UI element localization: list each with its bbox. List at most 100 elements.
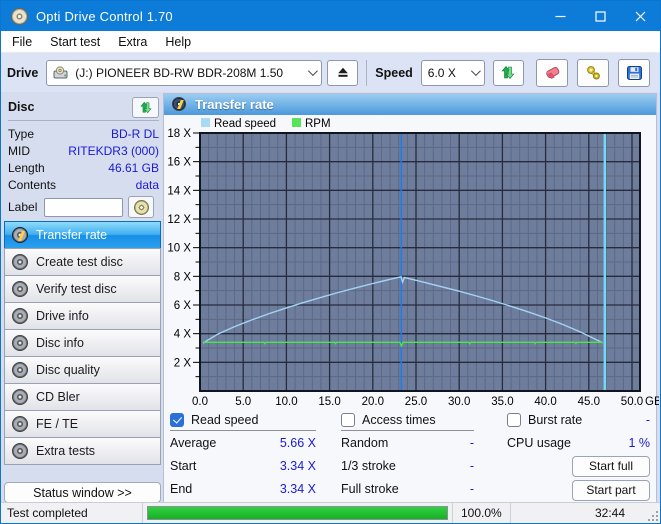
erase-disc-button[interactable] xyxy=(536,59,568,87)
panel-header: Transfer rate xyxy=(164,94,656,115)
eject-icon xyxy=(336,66,350,79)
drive-value: (J:) PIONEER BD-RW BDR-208M 1.50 xyxy=(75,66,283,80)
drive-label: Drive xyxy=(7,66,38,80)
start-part-button[interactable]: Start part xyxy=(572,480,650,501)
sidebar-item-extra-tests[interactable]: Extra tests xyxy=(4,437,161,465)
disc-row-type: TypeBD-R DL xyxy=(8,125,159,142)
elapsed-time: 32:44 xyxy=(511,503,660,523)
burst-rate-value: - xyxy=(646,413,650,427)
sidebar-item-drive-info[interactable]: Drive info xyxy=(4,302,161,330)
transfer-rate-chart: 2 X4 X6 X8 X10 X12 X14 X16 X18 X0.05.010… xyxy=(164,115,656,407)
status-bar: Test completed 100.0% 32:44 xyxy=(1,502,660,523)
eject-button[interactable] xyxy=(327,60,358,86)
cd-icon xyxy=(12,281,28,297)
cd-icon xyxy=(12,254,28,270)
sidebar-item-verify-test-disc[interactable]: Verify test disc xyxy=(4,275,161,303)
svg-text:35.0: 35.0 xyxy=(491,396,513,408)
svg-text:50.0: 50.0 xyxy=(621,396,643,408)
resize-grip[interactable] xyxy=(648,511,658,521)
chevron-down-icon xyxy=(471,66,481,76)
read-speed-label: Read speed xyxy=(191,413,258,427)
svg-text:16 X: 16 X xyxy=(167,156,191,168)
svg-text:18 X: 18 X xyxy=(167,128,191,140)
menu-start-test[interactable]: Start test xyxy=(41,31,109,52)
disc-label-button[interactable] xyxy=(128,196,154,218)
refresh-icon xyxy=(500,65,516,80)
start-full-button[interactable]: Start full xyxy=(572,456,650,477)
keys-button[interactable] xyxy=(577,59,609,87)
svg-text:45.0: 45.0 xyxy=(578,396,600,408)
sidebar-item-transfer-rate[interactable]: Transfer rate xyxy=(4,221,161,249)
sidebar-item-create-test-disc[interactable]: Create test disc xyxy=(4,248,161,276)
speed-label: Speed xyxy=(375,66,413,80)
disc-label-caption: Label xyxy=(8,200,37,214)
menu-file[interactable]: File xyxy=(3,31,41,52)
refresh-speed-button[interactable] xyxy=(493,60,524,86)
panel-title: Transfer rate xyxy=(195,97,274,112)
drive-select[interactable]: (J:) PIONEER BD-RW BDR-208M 1.50 xyxy=(46,60,322,86)
rpm-legend-swatch xyxy=(292,118,301,127)
cd-icon xyxy=(12,416,28,432)
svg-text:20.0: 20.0 xyxy=(362,396,384,408)
app-disc-icon xyxy=(11,8,28,25)
access-times-checkbox[interactable] xyxy=(341,413,355,427)
refresh-disc-button[interactable] xyxy=(132,97,159,118)
svg-text:GB: GB xyxy=(645,396,659,408)
menu-extra[interactable]: Extra xyxy=(109,31,156,52)
disc-group-title: Disc xyxy=(8,100,34,114)
app-window: Opti Drive Control 1.70 FileStart testEx… xyxy=(0,0,661,524)
sidebar-item-disc-info[interactable]: Disc info xyxy=(4,329,161,357)
refresh-icon xyxy=(139,101,153,114)
progress-percent: 100.0% xyxy=(453,503,511,523)
window-title: Opti Drive Control 1.70 xyxy=(36,9,173,24)
cd-icon xyxy=(12,335,28,351)
status-window-button[interactable]: Status window >> xyxy=(4,482,161,503)
toolbar: Drive (J:) PIONEER BD-RW BDR-208M 1.50 S… xyxy=(1,53,660,92)
save-button[interactable] xyxy=(618,59,650,87)
svg-text:40.0: 40.0 xyxy=(534,396,556,408)
save-icon xyxy=(626,65,643,81)
cd-icon xyxy=(12,362,28,378)
stat-full-stroke: Full stroke- xyxy=(341,477,474,500)
svg-text:25.0: 25.0 xyxy=(405,396,427,408)
stat-start: Start3.34 X xyxy=(170,454,316,477)
sidebar-item-disc-quality[interactable]: Disc quality xyxy=(4,356,161,384)
menu-help[interactable]: Help xyxy=(156,31,200,52)
read-speed-checkbox[interactable] xyxy=(170,413,184,427)
transfer-rate-icon xyxy=(172,97,186,111)
stat-random: Random- xyxy=(341,431,474,454)
separator xyxy=(366,60,367,86)
keys-icon xyxy=(585,65,602,81)
svg-text:10 X: 10 X xyxy=(167,242,191,254)
svg-text:2 X: 2 X xyxy=(174,357,192,369)
sidebar-item-fe-te[interactable]: FE / TE xyxy=(4,410,161,438)
cpu-usage-value: 1 % xyxy=(628,436,650,450)
sidebar-item-cd-bler[interactable]: CD Bler xyxy=(4,383,161,411)
cd-icon xyxy=(12,308,28,324)
svg-text:12 X: 12 X xyxy=(167,214,191,226)
status-text: Test completed xyxy=(1,503,143,523)
disc-row-mid: MIDRITEKDR3 (000) xyxy=(8,142,159,159)
minimize-button[interactable] xyxy=(540,1,580,31)
svg-text:5.0: 5.0 xyxy=(235,396,251,408)
svg-text:6 X: 6 X xyxy=(174,300,192,312)
svg-text:30.0: 30.0 xyxy=(448,396,470,408)
maximize-button[interactable] xyxy=(580,1,620,31)
left-panel: Disc TypeBD-R DLMIDRITEKDR3 (000)Length4… xyxy=(4,93,161,503)
stat-average: Average5.66 X xyxy=(170,431,316,454)
cd-icon xyxy=(12,443,28,459)
sidebar-nav: Transfer rateCreate test discVerify test… xyxy=(4,222,161,465)
progress-bar xyxy=(147,506,448,520)
close-button[interactable] xyxy=(620,1,660,31)
transfer-rate-panel: Transfer rate 2 X4 X6 X8 X10 X12 X14 X16… xyxy=(163,93,657,503)
title-bar: Opti Drive Control 1.70 xyxy=(1,1,660,31)
svg-text:14 X: 14 X xyxy=(167,185,191,197)
menu-bar: FileStart testExtraHelp xyxy=(1,31,660,53)
results-section: Read speed Average5.66 XStart3.34 XEnd3.… xyxy=(164,407,656,502)
disc-label-input[interactable] xyxy=(44,198,123,217)
burst-rate-checkbox[interactable] xyxy=(507,413,521,427)
speed-select[interactable]: 6.0 X xyxy=(421,60,485,86)
svg-text:4 X: 4 X xyxy=(174,328,192,340)
chevron-down-icon xyxy=(308,66,318,76)
cpu-usage-label: CPU usage xyxy=(507,436,571,450)
